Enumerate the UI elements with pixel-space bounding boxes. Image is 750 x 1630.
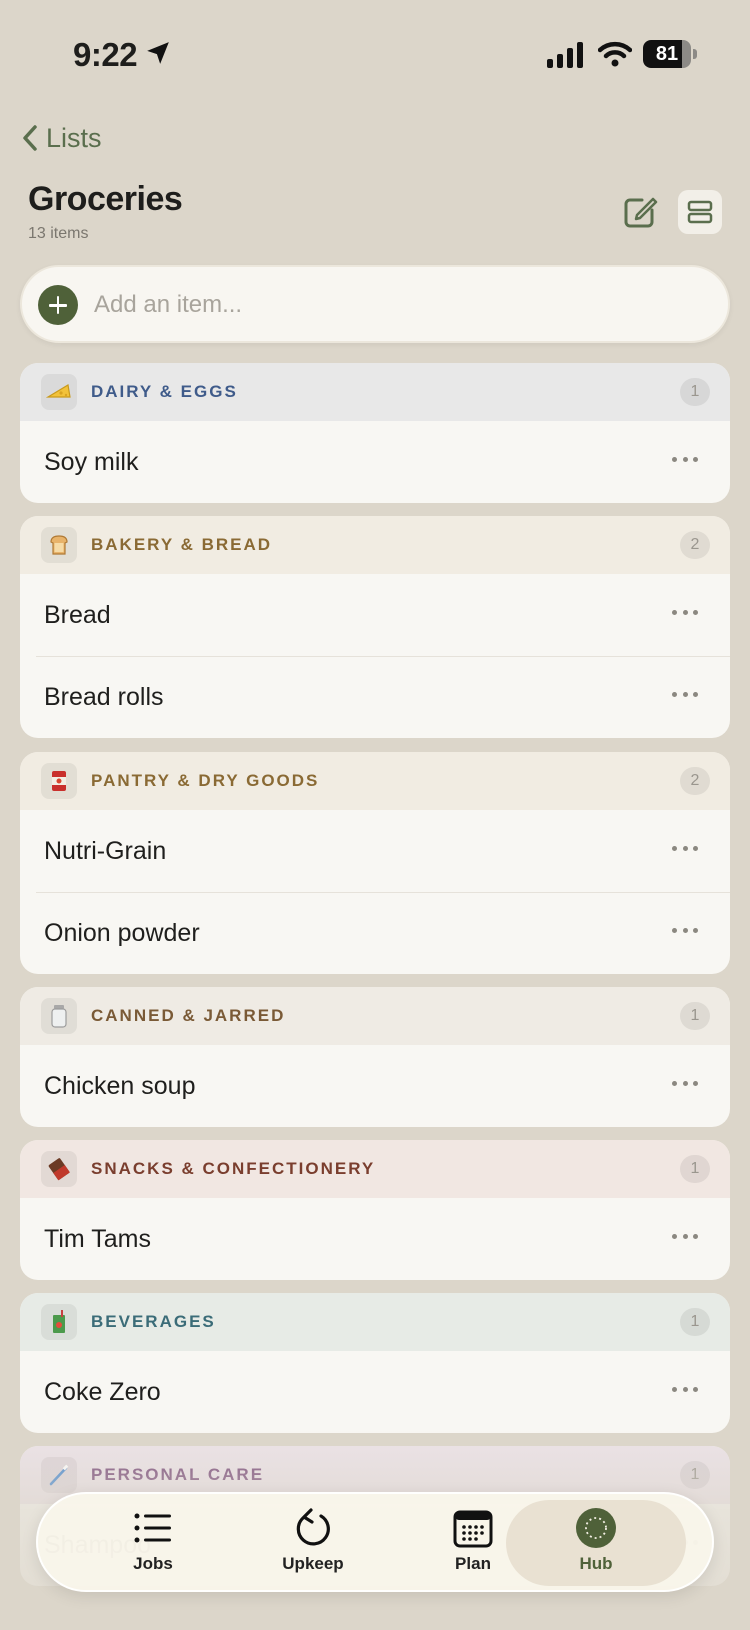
tab-jobs[interactable]: Jobs: [73, 1500, 233, 1586]
category-title: BAKERY & BREAD: [91, 535, 273, 554]
tab-label: Plan: [455, 1554, 491, 1573]
more-options-icon[interactable]: [672, 691, 698, 699]
more-options-icon[interactable]: [672, 1080, 698, 1088]
category-card: PANTRY & DRY GOODS 2 Nutri-Grain Onion powd…: [20, 752, 730, 974]
tab-bar: Jobs Upkeep Plan Hub: [36, 1492, 714, 1592]
list-item[interactable]: Coke Zero: [20, 1351, 730, 1433]
category-count-badge: 1: [680, 378, 710, 406]
calendar-icon: [453, 1510, 493, 1548]
category-count-badge: 1: [680, 1308, 710, 1336]
category-card: BAKERY & BREAD 2 Bread Bread rolls: [20, 516, 730, 738]
tab-label: Upkeep: [282, 1554, 344, 1573]
chevron-left-icon: [23, 125, 37, 151]
tab-label: Hub: [579, 1554, 613, 1573]
juice-box-icon: [41, 1304, 77, 1340]
list-item-label: Nutri-Grain: [44, 837, 167, 865]
status-time: 9:22: [73, 36, 138, 73]
more-options-icon[interactable]: [672, 1386, 698, 1394]
category-title: PANTRY & DRY GOODS: [91, 771, 320, 790]
hub-icon: [576, 1508, 616, 1548]
plus-icon[interactable]: [38, 285, 78, 325]
list-item-label: Tim Tams: [44, 1225, 151, 1253]
category-header[interactable]: BAKERY & BREAD 2: [20, 516, 730, 574]
layout-toggle-button[interactable]: [678, 190, 722, 234]
category-card: CANNED & JARRED 1 Chicken soup: [20, 987, 730, 1127]
list-item-label: Bread: [44, 601, 111, 629]
list-item[interactable]: Tim Tams: [20, 1198, 730, 1280]
rows-layout-icon: [687, 200, 713, 224]
category-count-badge: 1: [680, 1155, 710, 1183]
category-title: DAIRY & EGGS: [91, 382, 238, 401]
category-header[interactable]: DAIRY & EGGS 1: [20, 363, 730, 421]
chocolate-icon: [41, 1151, 77, 1187]
list-item-label: Bread rolls: [44, 683, 164, 711]
list-item[interactable]: Bread rolls: [20, 656, 730, 738]
battery-indicator: 81: [643, 40, 697, 68]
bread-icon: [41, 527, 77, 563]
list-item[interactable]: Nutri-Grain: [20, 810, 730, 892]
category-count-badge: 1: [680, 1002, 710, 1030]
list-item[interactable]: Onion powder: [20, 892, 730, 974]
refresh-icon: [296, 1508, 330, 1546]
category-card: SNACKS & CONFECTIONERY 1 Tim Tams: [20, 1140, 730, 1280]
category-title: SNACKS & CONFECTIONERY: [91, 1159, 376, 1178]
category-header[interactable]: SNACKS & CONFECTIONERY 1: [20, 1140, 730, 1198]
list-item[interactable]: Chicken soup: [20, 1045, 730, 1127]
list-item-label: Chicken soup: [44, 1072, 196, 1100]
back-button-label: Lists: [46, 122, 102, 153]
category-card: BEVERAGES 1 Coke Zero: [20, 1293, 730, 1433]
category-card: DAIRY & EGGS 1 Soy milk: [20, 363, 730, 503]
category-title: BEVERAGES: [91, 1312, 216, 1331]
can-icon: [41, 763, 77, 799]
category-header[interactable]: CANNED & JARRED 1: [20, 987, 730, 1045]
more-options-icon[interactable]: [672, 609, 698, 617]
category-header[interactable]: PANTRY & DRY GOODS 2: [20, 752, 730, 810]
cheese-icon: [41, 374, 77, 410]
category-header[interactable]: BEVERAGES 1: [20, 1293, 730, 1351]
list-item-label: Soy milk: [44, 448, 139, 476]
tab-hub[interactable]: Hub: [506, 1500, 686, 1586]
add-item-bar[interactable]: [20, 265, 730, 343]
compose-edit-icon[interactable]: [620, 192, 660, 232]
location-arrow-icon: [147, 42, 169, 64]
more-options-icon[interactable]: [672, 927, 698, 935]
category-count-badge: 2: [680, 767, 710, 795]
more-options-icon[interactable]: [672, 845, 698, 853]
list-item[interactable]: Bread: [20, 574, 730, 656]
status-bar: 9:22 81: [0, 0, 750, 100]
category-count-badge: 2: [680, 531, 710, 559]
item-count: 13 items: [28, 225, 89, 242]
more-options-icon[interactable]: [672, 456, 698, 464]
page-title: Groceries: [28, 180, 183, 218]
tab-label: Jobs: [133, 1554, 173, 1573]
list-icon: [134, 1513, 171, 1543]
category-title: CANNED & JARRED: [91, 1006, 286, 1025]
wifi-icon: [598, 41, 632, 67]
list-item-label: Coke Zero: [44, 1378, 161, 1406]
battery-level-text: 81: [655, 43, 679, 65]
tab-upkeep[interactable]: Upkeep: [233, 1500, 393, 1586]
back-button[interactable]: Lists: [20, 118, 102, 158]
more-options-icon[interactable]: [672, 1233, 698, 1241]
jar-icon: [41, 998, 77, 1034]
add-item-input[interactable]: [94, 285, 694, 325]
cellular-signal-icon: [547, 42, 583, 68]
list-item[interactable]: Soy milk: [20, 421, 730, 503]
list-item-label: Onion powder: [44, 919, 200, 947]
